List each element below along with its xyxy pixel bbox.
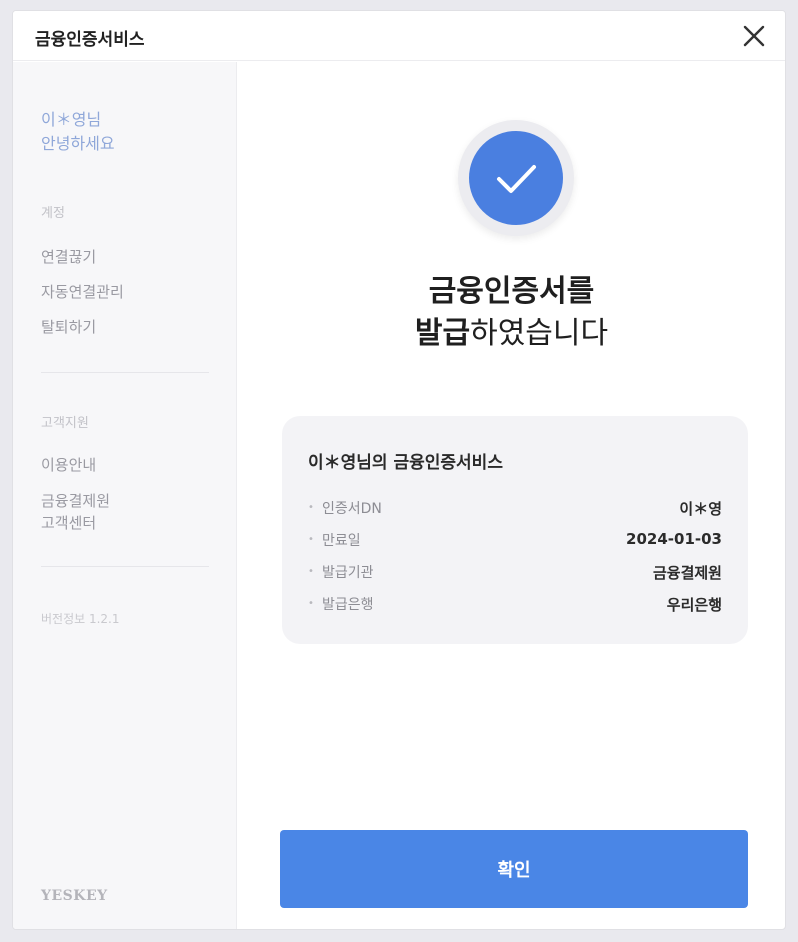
card-title: 이＊영님의 금융인증서비스 — [308, 453, 503, 473]
close-icon — [743, 25, 765, 47]
card-row: • 발급기관 금융결제원 — [308, 562, 722, 584]
row-value: 우리은행 — [666, 596, 722, 614]
bullet: • — [308, 502, 314, 513]
sidebar-divider — [41, 372, 209, 373]
row-value: 이＊영 — [679, 500, 722, 518]
success-badge — [458, 120, 574, 236]
menu-guide[interactable]: 이용안내 — [41, 454, 96, 476]
account-section-label: 계정 — [41, 206, 65, 221]
version-info: 버전정보 1.2.1 — [41, 612, 120, 626]
menu-disconnect[interactable]: 연결끊기 — [41, 246, 96, 268]
headline-bold: 발급 — [414, 316, 471, 351]
bullet: • — [308, 566, 314, 577]
title-bar: 금융인증서비스 — [13, 11, 785, 61]
support-section-label: 고객지원 — [41, 416, 89, 431]
headline-rest: 하였습니다 — [470, 316, 609, 351]
row-label: 발급은행 — [322, 597, 374, 613]
greeting-name: 이＊영님 — [41, 110, 102, 129]
success-circle — [469, 131, 563, 225]
sidebar: 이＊영님 안녕하세요 계정 연결끊기 자동연결관리 탈퇴하기 고객지원 이용안내… — [13, 62, 237, 929]
greeting: 이＊영님 안녕하세요 — [41, 108, 115, 156]
sidebar-divider — [41, 566, 209, 567]
bullet: • — [308, 598, 314, 609]
menu-customer-center[interactable]: 고객센터 — [41, 512, 96, 534]
certificate-card: 이＊영님의 금융인증서비스 • 인증서DN 이＊영 • 만료일 2024-01-… — [282, 416, 748, 644]
check-icon — [497, 165, 536, 193]
row-label: 만료일 — [322, 533, 361, 549]
menu-withdraw[interactable]: 탈퇴하기 — [41, 316, 96, 338]
confirm-button[interactable]: 확인 — [280, 830, 748, 908]
row-label: 발급기관 — [322, 565, 374, 581]
close-button[interactable] — [739, 21, 769, 51]
bullet: • — [308, 534, 314, 545]
card-row: • 인증서DN 이＊영 — [308, 498, 722, 520]
row-value: 금융결제원 — [652, 564, 722, 582]
card-row: • 발급은행 우리은행 — [308, 594, 722, 616]
main-content: 금융인증서를 발급하였습니다 이＊영님의 금융인증서비스 • 인증서DN 이＊영… — [238, 62, 785, 929]
greeting-text: 안녕하세요 — [41, 134, 115, 153]
row-label: 인증서DN — [322, 501, 382, 517]
card-row: • 만료일 2024-01-03 — [308, 530, 722, 552]
row-value: 2024-01-03 — [626, 530, 722, 548]
menu-auto-connect[interactable]: 자동연결관리 — [41, 281, 124, 303]
menu-kftc[interactable]: 금융결제원 — [41, 490, 110, 512]
headline-line2: 발급하였습니다 — [238, 314, 785, 354]
brand-logo: YESKEY — [41, 888, 108, 904]
headline-line1: 금융인증서를 — [428, 274, 595, 309]
dialog-window: 금융인증서비스 이＊영님 안녕하세요 계정 연결끊기 자동연결관리 탈퇴하기 고… — [12, 10, 786, 930]
window-title: 금융인증서비스 — [35, 30, 145, 50]
